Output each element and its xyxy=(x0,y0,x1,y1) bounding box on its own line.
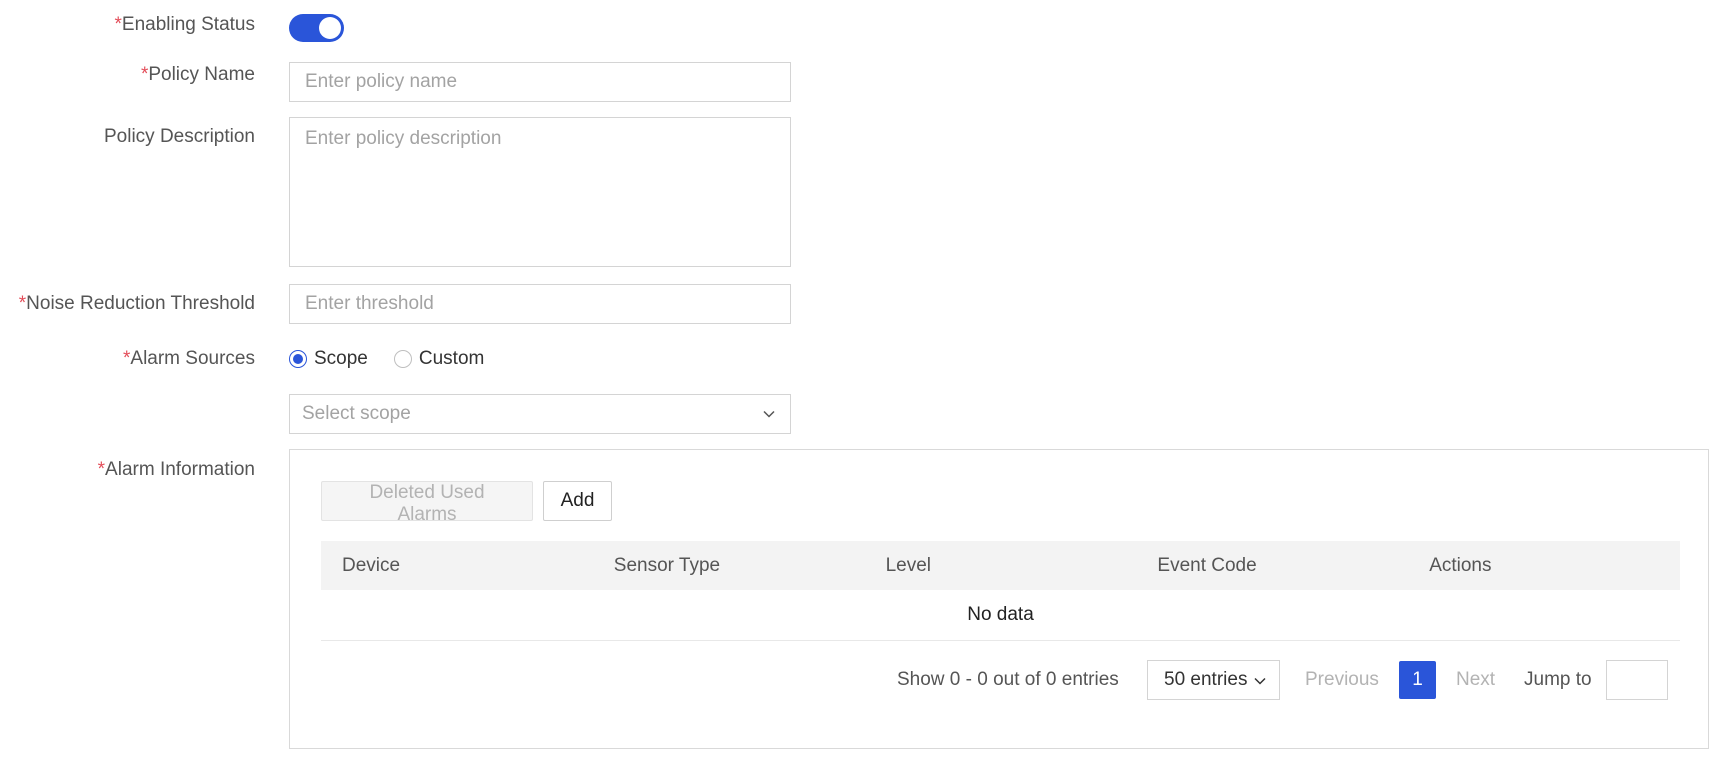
alarm-information-label-text: Alarm Information xyxy=(105,459,255,480)
column-level: Level xyxy=(885,554,932,576)
radio-scope[interactable]: Scope xyxy=(289,348,368,370)
add-button[interactable]: Add xyxy=(543,481,612,521)
policy-description-label-text: Policy Description xyxy=(104,126,255,147)
table-empty-state: No data xyxy=(321,590,1680,641)
next-page-button[interactable]: Next xyxy=(1456,660,1495,700)
chevron-down-icon xyxy=(763,410,775,418)
column-device: Device xyxy=(342,554,401,576)
table-header: Device Sensor Type Level Event Code Acti… xyxy=(321,541,1680,590)
radio-custom-label: Custom xyxy=(418,348,485,369)
column-event-code: Event Code xyxy=(1157,554,1257,576)
page-1-button[interactable]: 1 xyxy=(1399,661,1436,699)
chevron-down-icon xyxy=(1254,677,1266,685)
alarm-sources-radio-group: Scope Custom xyxy=(289,346,510,372)
enabling-status-label: *Enabling Status xyxy=(0,13,256,37)
column-actions: Actions xyxy=(1429,554,1492,576)
policy-name-label-text: Policy Name xyxy=(148,64,255,85)
per-page-value: 50 entries xyxy=(1164,669,1248,690)
radio-unchecked-icon xyxy=(393,350,412,368)
alarm-information-label: *Alarm Information xyxy=(0,458,255,482)
required-mark: * xyxy=(114,14,122,35)
radio-custom[interactable]: Custom xyxy=(393,348,485,370)
enabling-status-toggle[interactable] xyxy=(289,14,344,42)
noise-threshold-label: *Noise Reduction Threshold xyxy=(0,292,255,316)
jump-to-input[interactable] xyxy=(1606,660,1668,700)
enabling-status-label-text: Enabling Status xyxy=(121,14,255,35)
pagination-summary: Show 0 - 0 out of 0 entries xyxy=(897,669,1119,690)
scope-select-placeholder: Select scope xyxy=(302,403,411,424)
per-page-select[interactable]: 50 entries xyxy=(1147,660,1280,700)
radio-checked-icon xyxy=(289,350,307,368)
noise-threshold-label-text: Noise Reduction Threshold xyxy=(26,293,255,314)
alarm-information-panel: Deleted Used Alarms Add Device Sensor Ty… xyxy=(289,449,1709,749)
jump-to-label: Jump to xyxy=(1524,669,1592,690)
noise-threshold-input[interactable] xyxy=(289,284,791,324)
previous-page-button[interactable]: Previous xyxy=(1305,660,1379,700)
scope-select[interactable]: Select scope xyxy=(289,394,791,434)
radio-scope-label: Scope xyxy=(314,348,368,369)
delete-used-alarms-button[interactable]: Deleted Used Alarms xyxy=(321,481,533,525)
alarm-sources-label-text: Alarm Sources xyxy=(130,348,255,369)
required-mark: * xyxy=(97,459,106,480)
alarm-sources-label: *Alarm Sources xyxy=(0,347,255,371)
policy-name-label: *Policy Name xyxy=(0,63,255,87)
policy-name-input[interactable] xyxy=(289,62,791,102)
toggle-knob xyxy=(319,17,341,39)
policy-description-label: Policy Description xyxy=(0,125,255,149)
column-sensor-type: Sensor Type xyxy=(613,554,721,576)
policy-description-textarea[interactable] xyxy=(289,117,791,267)
